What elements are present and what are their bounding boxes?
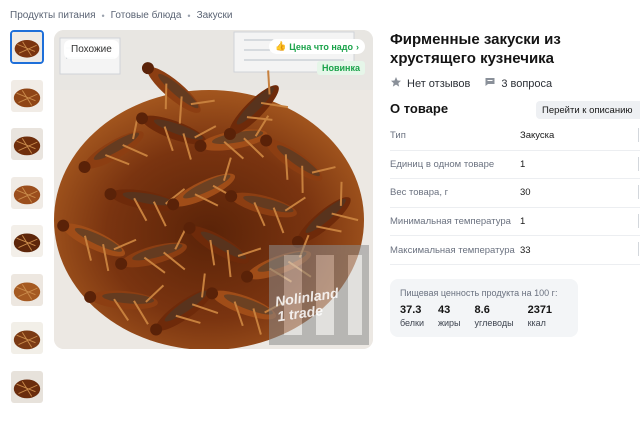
nutrition-label: ккал bbox=[527, 318, 546, 328]
nutrition-cell: 8.6 углеводы bbox=[475, 304, 514, 329]
nutrition-title: Пищевая ценность продукта на 100 г: bbox=[400, 288, 558, 298]
breadcrumb-ready-meals[interactable]: Готовые блюда bbox=[111, 10, 182, 21]
product-meta: Нет отзывов 3 вопроса bbox=[390, 76, 566, 91]
nutrition-panel: Пищевая ценность продукта на 100 г: 37.3… bbox=[390, 279, 578, 337]
breadcrumb-separator: • bbox=[187, 10, 191, 21]
nutrition-value: 37.3 bbox=[400, 304, 422, 316]
spec-divider bbox=[638, 242, 639, 257]
reviews-link[interactable]: Нет отзывов bbox=[390, 76, 470, 91]
new-badge: Новинка bbox=[316, 61, 365, 75]
spec-key: Максимальная температура bbox=[390, 244, 515, 256]
thumbnail-4[interactable] bbox=[10, 176, 44, 210]
nutrition-values: 37.3 белки 43 жиры 8.6 углеводы 2371 ккал bbox=[400, 304, 568, 329]
chevron-right-icon: › bbox=[356, 41, 359, 52]
spec-value: 33 bbox=[520, 244, 531, 256]
product-title: Фирменные закуски из хрустящего кузнечик… bbox=[390, 31, 561, 67]
nutrition-label: белки bbox=[400, 318, 424, 328]
nutrition-value: 8.6 bbox=[474, 304, 490, 316]
spec-divider bbox=[638, 185, 639, 200]
thumbnail-1[interactable] bbox=[10, 30, 44, 64]
thumbnail-8[interactable] bbox=[10, 370, 44, 404]
spec-value: 1 bbox=[520, 216, 526, 228]
spec-value: Закуска bbox=[520, 130, 555, 142]
thumbnail-5[interactable] bbox=[10, 224, 44, 258]
breadcrumb-snacks[interactable]: Закуски bbox=[197, 10, 233, 21]
nutrition-cell: 2371 ккал bbox=[528, 304, 552, 329]
nutrition-label: жиры bbox=[437, 318, 461, 328]
reviews-label: Нет отзывов bbox=[407, 77, 471, 90]
breadcrumb-separator: • bbox=[101, 10, 105, 21]
spec-row: Минимальная температура 1 bbox=[390, 208, 640, 237]
spec-divider bbox=[638, 213, 639, 228]
spec-divider bbox=[638, 156, 639, 171]
thumbnail-7[interactable] bbox=[10, 321, 44, 355]
spec-row: Тип Закуска bbox=[390, 122, 640, 151]
nutrition-value: 43 bbox=[437, 304, 451, 316]
product-main-image[interactable]: Похожие 👍 Цена что надо › Новинка Nolinl… bbox=[54, 30, 373, 349]
spec-key: Единиц в одном товаре bbox=[390, 158, 495, 170]
deal-label: Цена что надо bbox=[289, 41, 353, 52]
star-icon bbox=[390, 76, 402, 91]
spec-value: 1 bbox=[520, 158, 526, 170]
nutrition-cell: 37.3 белки bbox=[400, 304, 424, 329]
go-to-description-button[interactable]: Перейти к описанию bbox=[536, 101, 640, 119]
nutrition-label: углеводы bbox=[474, 318, 514, 328]
spec-row: Вес товара, г 30 bbox=[390, 179, 640, 208]
thumbnail-3[interactable] bbox=[10, 127, 44, 161]
similar-button[interactable]: Похожие bbox=[64, 40, 119, 59]
questions-link[interactable]: 3 вопроса bbox=[484, 76, 552, 91]
spec-value: 30 bbox=[520, 187, 531, 199]
spec-key: Тип bbox=[390, 130, 406, 142]
thumbnail-2[interactable] bbox=[10, 79, 44, 113]
breadcrumb-food[interactable]: Продукты питания bbox=[10, 10, 96, 21]
spec-divider bbox=[638, 128, 639, 142]
spec-row: Максимальная температура 33 bbox=[390, 236, 640, 265]
nutrition-cell: 43 жиры bbox=[438, 304, 461, 329]
deal-badge[interactable]: 👍 Цена что надо › bbox=[268, 39, 365, 54]
spec-key: Минимальная температура bbox=[390, 216, 511, 228]
thumbs-up-icon: 👍 bbox=[274, 41, 287, 51]
chat-icon bbox=[484, 76, 496, 91]
questions-label: 3 вопроса bbox=[501, 77, 553, 90]
breadcrumb: Продукты питания • Готовые блюда • Закус… bbox=[10, 10, 233, 21]
about-title: О товаре bbox=[390, 101, 449, 116]
nutrition-value: 2371 bbox=[527, 304, 553, 316]
thumbnail-6[interactable] bbox=[10, 273, 44, 307]
spec-table: Тип Закуска Единиц в одном товаре 1 Вес това… bbox=[390, 122, 640, 265]
spec-row: Единиц в одном товаре 1 bbox=[390, 151, 640, 180]
spec-key: Вес товара, г bbox=[390, 187, 449, 199]
thumbnail-list bbox=[10, 30, 46, 418]
